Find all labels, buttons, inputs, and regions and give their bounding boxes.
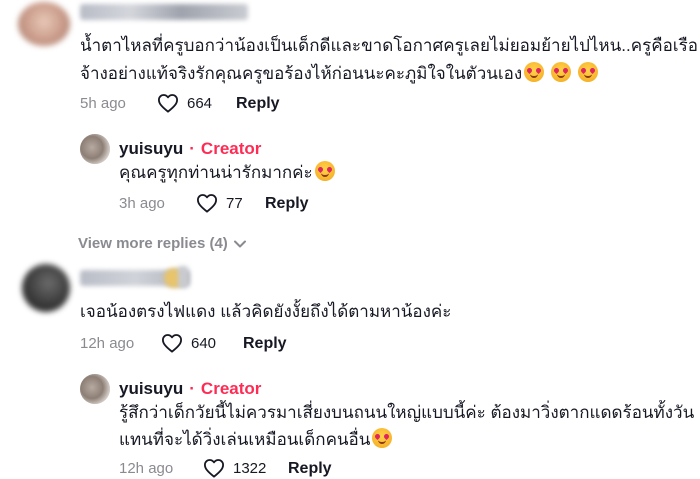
creator-badge: Creator xyxy=(200,139,262,158)
reply-like-button[interactable]: 77 xyxy=(196,193,243,213)
creator-avatar[interactable] xyxy=(80,374,110,404)
commenter-avatar[interactable] xyxy=(22,264,70,312)
reply-text: คุณครูทุกท่านน่ารักมากค่ะ xyxy=(119,159,335,187)
reply-text-line1: รู้สึกว่าเด็กวัยนี้ไม่ควรมาเสี่ยงบนถนนให… xyxy=(119,403,695,422)
creator-username-row: yuisuyu · Creator xyxy=(119,379,261,399)
reply-text: รู้สึกว่าเด็กวัยนี้ไม่ควรมาเสี่ยงบนถนนให… xyxy=(119,399,694,427)
commenter-avatar[interactable] xyxy=(18,2,70,46)
comment-text-line2: จ้างอย่างแท้จริงรักคุณครูขอร้องไห้ก่อนนะ… xyxy=(80,64,523,83)
comment-timestamp: 12h ago xyxy=(80,335,135,352)
smiling-face-hearts-emoji xyxy=(524,62,545,82)
smiling-face-hearts-emoji xyxy=(372,428,393,448)
comment-text-continued: จ้างอย่างแท้จริงรักคุณครูขอร้องไห้ก่อนนะ… xyxy=(80,60,598,88)
reply-button[interactable]: Reply xyxy=(236,95,280,113)
creator-username-row: yuisuyu · Creator xyxy=(119,139,261,159)
heart-outline-icon xyxy=(162,334,182,353)
reply-timestamp: 12h ago xyxy=(119,460,174,477)
smiling-face-hearts-emoji xyxy=(550,62,571,82)
smiling-face-hearts-emoji xyxy=(314,161,335,181)
view-more-replies-label: View more replies (4) xyxy=(78,235,228,252)
reply-text-content: คุณครูทุกท่านน่ารักมากค่ะ xyxy=(119,163,313,182)
reply-button[interactable]: Reply xyxy=(243,335,287,353)
heart-outline-icon xyxy=(158,94,178,113)
separator-dot: · xyxy=(189,379,195,398)
separator-dot: · xyxy=(189,139,195,158)
reply-timestamp: 3h ago xyxy=(119,195,165,212)
comment-text-line1: น้ำตาไหลที่ครูบอกว่าน้องเป็นเด็กดีและขาด… xyxy=(80,36,698,55)
heart-outline-icon xyxy=(204,459,224,478)
commenter-username-blurred[interactable] xyxy=(80,4,248,20)
reply-like-count: 77 xyxy=(226,194,243,212)
reply-text-line2: แทนที่จะได้วิ่งเล่นเหมือนเด็กคนอื่น xyxy=(119,430,371,449)
comment-text: น้ำตาไหลที่ครูบอกว่าน้องเป็นเด็กดีและขาด… xyxy=(80,32,698,60)
reply-text-continued: แทนที่จะได้วิ่งเล่นเหมือนเด็กคนอื่น xyxy=(119,426,393,454)
comment-text-line1: เจอน้องตรงไฟแดง แล้วคิดยังงั้ยถึงได้ตามห… xyxy=(80,302,452,321)
chevron-down-icon xyxy=(233,240,246,247)
smiling-face-hearts-emoji xyxy=(577,62,598,82)
reply-to-reply-button[interactable]: Reply xyxy=(288,460,332,478)
comment-timestamp: 5h ago xyxy=(80,95,126,112)
view-more-replies-button[interactable]: View more replies (4) xyxy=(78,235,246,252)
commenter-username-blurred-extra xyxy=(178,266,188,288)
creator-username[interactable]: yuisuyu xyxy=(119,379,183,399)
heart-outline-icon xyxy=(197,194,217,213)
comment-text: เจอน้องตรงไฟแดง แล้วคิดยังงั้ยถึงได้ตามห… xyxy=(80,298,451,326)
like-count: 664 xyxy=(187,94,213,112)
like-button[interactable]: 640 xyxy=(161,333,216,353)
creator-avatar[interactable] xyxy=(80,134,110,164)
reply-like-button[interactable]: 1322 xyxy=(203,458,266,478)
like-count: 640 xyxy=(191,334,217,352)
reply-like-count: 1322 xyxy=(233,459,267,477)
reply-to-reply-button[interactable]: Reply xyxy=(265,195,309,213)
like-button[interactable]: 664 xyxy=(157,93,212,113)
creator-username[interactable]: yuisuyu xyxy=(119,139,183,159)
creator-badge: Creator xyxy=(200,379,262,398)
